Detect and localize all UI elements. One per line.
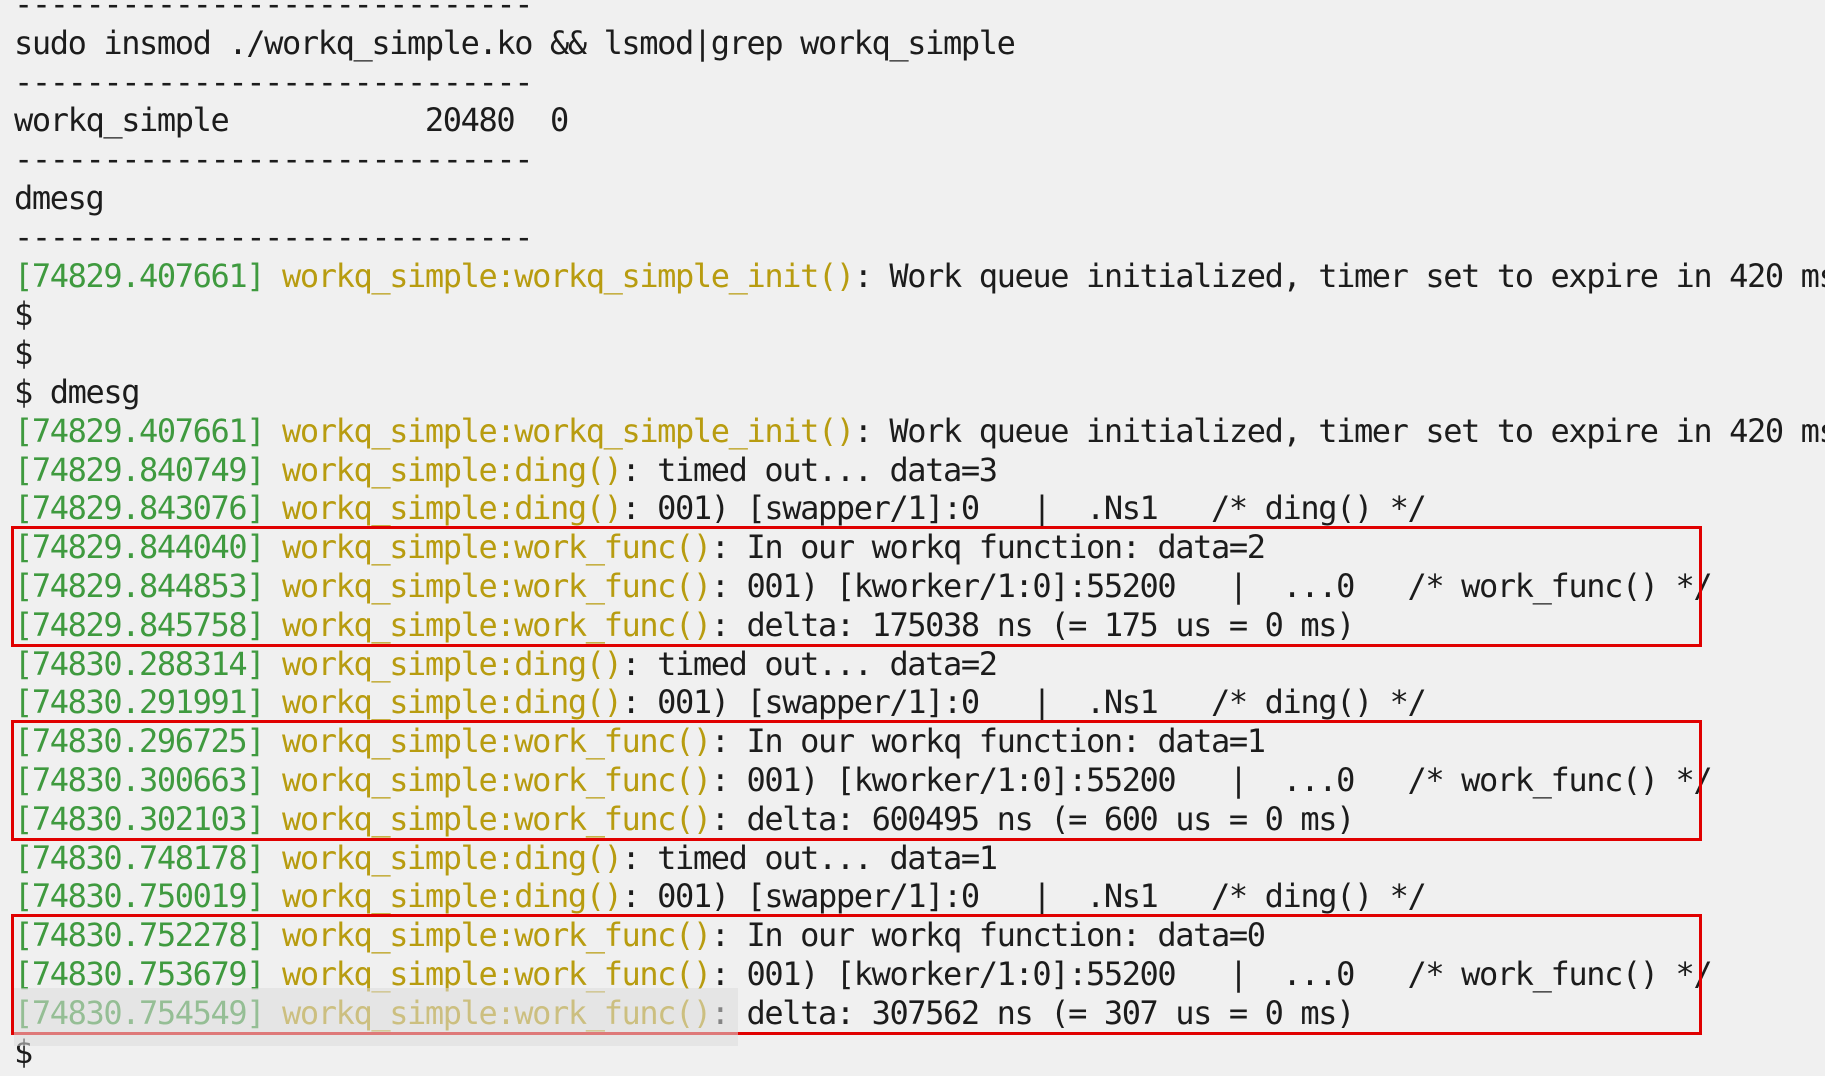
highlight-box (11, 526, 1702, 647)
log-message: : timed out... data=2 (621, 644, 998, 683)
output-line: workq_simple 20480 0 (14, 101, 569, 140)
log-line: [74830.291991] workq_simple:ding(): 001)… (14, 683, 1427, 722)
log-timestamp: [74830.748178] (14, 838, 266, 877)
log-timestamp: [74830.750019] (14, 877, 266, 916)
log-function: workq_simple:workq_simple_init() (282, 411, 855, 450)
log-line: [74830.748178] workq_simple:ding(): time… (14, 838, 998, 878)
log-message: : 001) [swapper/1]:0 | .Ns1 /* ding() */ (621, 683, 1426, 722)
log-function: workq_simple:workq_simple_init() (282, 256, 855, 295)
log-line: [74829.407661] workq_simple:workq_simple… (14, 412, 1825, 451)
log-message: : Work queue initialized, timer set to e… (853, 256, 1825, 295)
log-line: [74829.407661] workq_simple:workq_simple… (14, 257, 1825, 296)
output-line: dmesg (14, 179, 105, 217)
log-function: workq_simple:ding() (282, 877, 623, 916)
log-message: : Work queue initialized, timer set to e… (853, 411, 1825, 450)
output-line: sudo insmod ./workq_simple.ko && lsmod|g… (14, 23, 1016, 62)
log-timestamp: [74830.288314] (14, 644, 266, 683)
output-line: ----------------------------- (14, 217, 534, 256)
log-timestamp: [74829.407661] (14, 256, 266, 295)
log-line: [74829.840749] workq_simple:ding(): time… (14, 450, 998, 490)
shell-prompt-line: $ dmesg (14, 373, 140, 411)
output-line: ----------------------------- (14, 140, 534, 179)
log-function: workq_simple:ding() (282, 450, 623, 489)
log-line: [74830.750019] workq_simple:ding(): 001)… (14, 877, 1427, 916)
output-line: ----------------------------- (14, 0, 534, 23)
log-line: [74830.288314] workq_simple:ding(): time… (14, 644, 998, 684)
shell-prompt-line: $ (14, 334, 33, 373)
log-timestamp: [74829.843076] (14, 489, 266, 528)
log-timestamp: [74830.291991] (14, 683, 266, 722)
faded-overlay (14, 988, 738, 1046)
terminal-window[interactable]: ----------------------------- sudo insmod… (0, 0, 1825, 1076)
log-timestamp: [74829.840749] (14, 450, 266, 489)
log-function: workq_simple:ding() (282, 838, 623, 877)
log-function: workq_simple:ding() (282, 683, 623, 722)
log-message: : 001) [swapper/1]:0 | .Ns1 /* ding() */ (621, 877, 1426, 916)
log-message: : 001) [swapper/1]:0 | .Ns1 /* ding() */ (621, 489, 1426, 528)
shell-prompt-line: $ (14, 295, 33, 334)
log-message: : timed out... data=3 (621, 450, 998, 489)
log-line: [74829.843076] workq_simple:ding(): 001)… (14, 489, 1427, 528)
log-function: workq_simple:ding() (282, 489, 623, 528)
output-line: ----------------------------- (14, 62, 534, 101)
log-message: : timed out... data=1 (621, 838, 998, 877)
log-function: workq_simple:ding() (282, 644, 623, 683)
highlight-box (11, 720, 1702, 841)
log-timestamp: [74829.407661] (14, 411, 266, 450)
